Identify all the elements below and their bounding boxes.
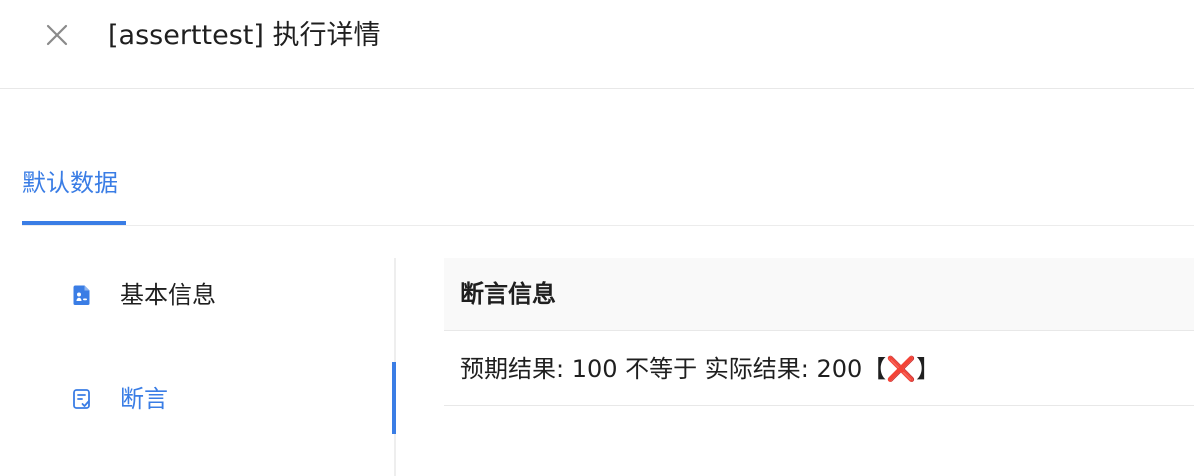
drawer-header: [asserttest] 执行详情 — [0, 0, 1194, 89]
tab-active-underline — [22, 221, 126, 225]
side-nav-item-label: 断言 — [120, 385, 168, 413]
page: [asserttest] 执行详情 默认数据 基本信息 断言 断言信息 预期结果… — [0, 0, 1194, 476]
document-icon — [73, 285, 90, 305]
side-nav: 基本信息 断言 — [0, 258, 397, 476]
checklist-icon — [73, 389, 90, 409]
tab-default-data[interactable]: 默认数据 — [22, 166, 118, 200]
assertion-panel-title: 断言信息 — [460, 280, 556, 308]
side-nav-item-basic-info[interactable]: 基本信息 — [70, 278, 216, 312]
close-button[interactable] — [42, 20, 72, 50]
assertion-result-text: 预期结果: 100 不等于 实际结果: 200【❌】 — [460, 355, 941, 383]
page-title: [asserttest] 执行详情 — [108, 20, 381, 51]
close-icon — [46, 24, 68, 46]
tab-bar: 默认数据 — [22, 150, 1194, 226]
assertion-panel: 断言信息 预期结果: 100 不等于 实际结果: 200【❌】 — [444, 258, 1194, 406]
assertion-row: 预期结果: 100 不等于 实际结果: 200【❌】 — [444, 332, 1194, 406]
assertion-panel-header: 断言信息 — [444, 258, 1194, 331]
side-nav-item-assertion[interactable]: 断言 — [70, 382, 168, 416]
side-nav-active-indicator — [392, 362, 396, 434]
side-nav-item-label: 基本信息 — [120, 281, 216, 309]
